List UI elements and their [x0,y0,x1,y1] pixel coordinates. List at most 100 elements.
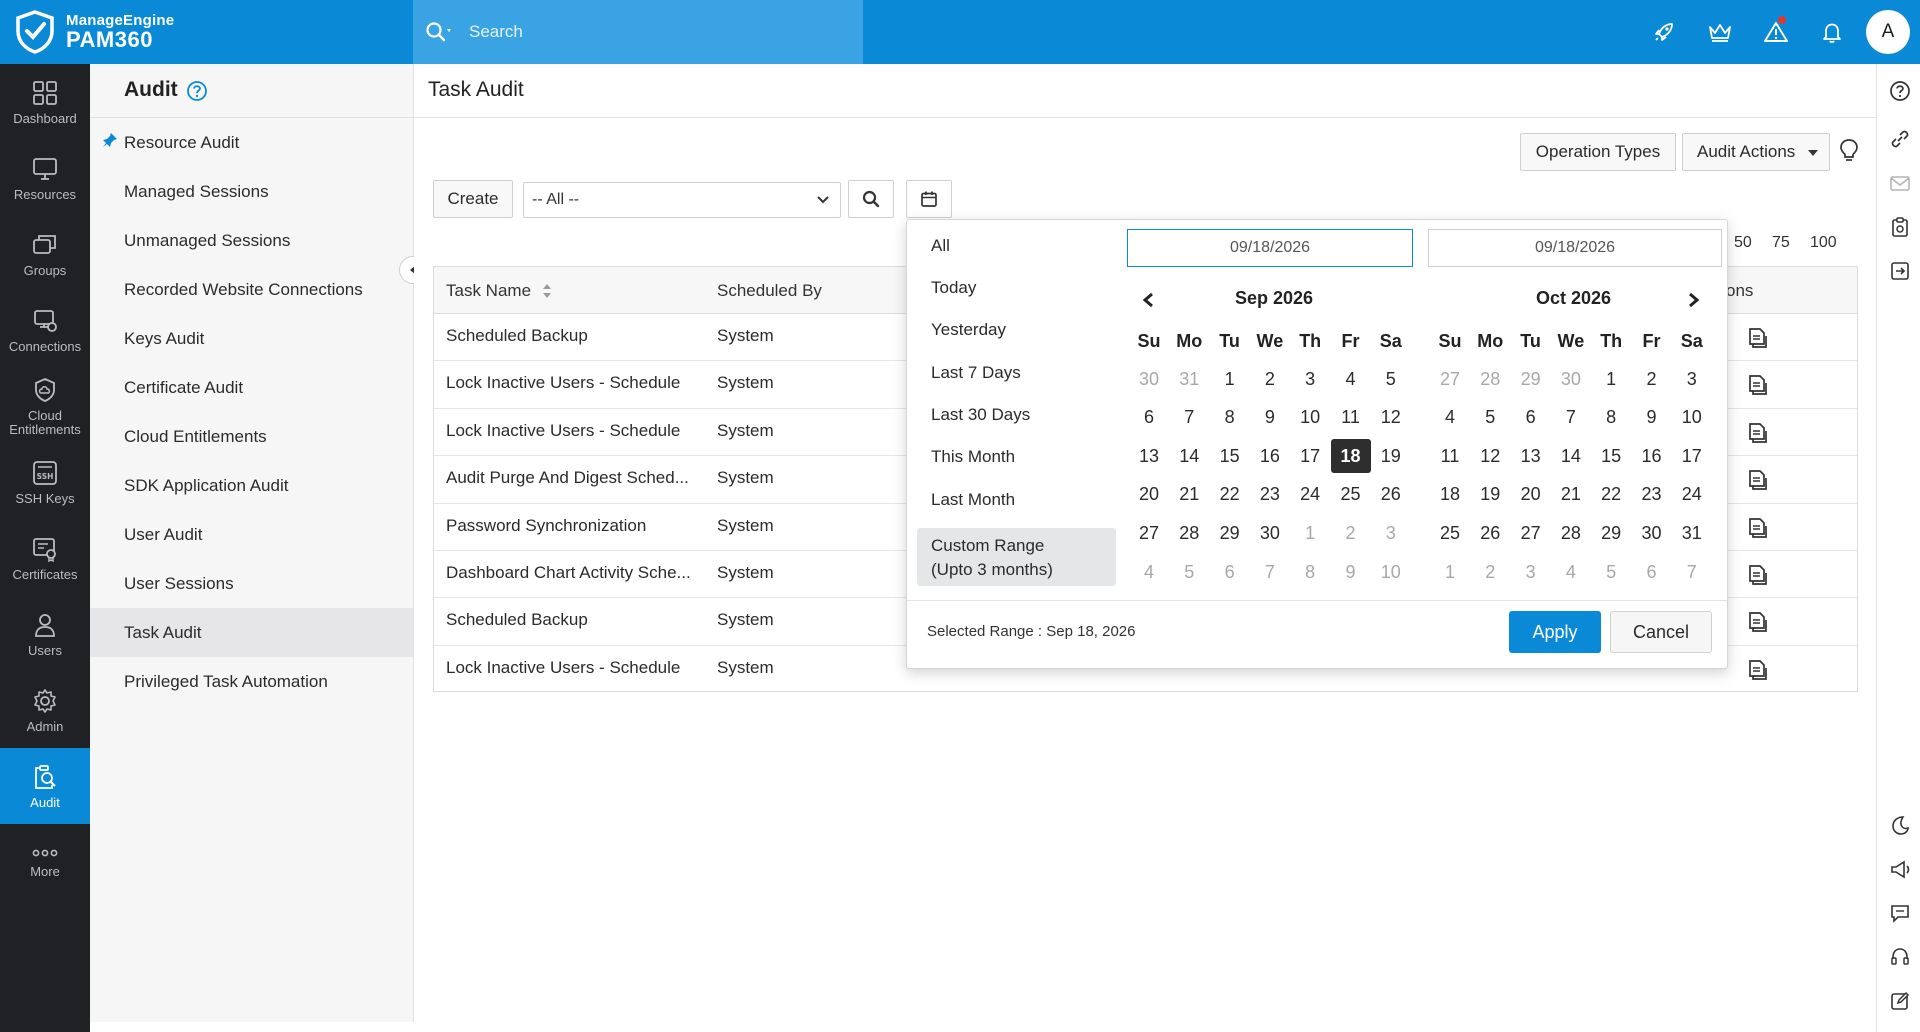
avatar[interactable]: A [1866,10,1910,54]
right-day[interactable]: 30 [1632,516,1672,550]
subnav-item-sdk-application-audit[interactable]: SDK Application Audit [90,461,413,510]
lightbulb-icon[interactable] [1838,138,1860,164]
left-day[interactable]: 19 [1371,439,1411,473]
page-size-75[interactable]: 75 [1772,234,1790,252]
nav-admin[interactable]: Admin [0,672,90,748]
right-day[interactable]: 7 [1551,401,1591,435]
left-day[interactable]: 27 [1129,516,1169,550]
preset-last-month[interactable]: Last Month [931,490,1015,510]
next-month-icon[interactable] [1687,292,1701,308]
left-day[interactable]: 30 [1129,362,1169,396]
feedback-edit-icon[interactable] [1889,990,1911,1012]
left-day[interactable]: 6 [1129,401,1169,435]
previous-month-icon[interactable] [1141,292,1155,308]
right-day[interactable]: 27 [1430,362,1470,396]
nav-audit[interactable]: Audit [0,748,90,824]
subnav-item-cloud-entitlements[interactable]: Cloud Entitlements [90,412,413,461]
left-day[interactable]: 10 [1371,555,1411,589]
left-day[interactable]: 16 [1250,439,1290,473]
preset-today[interactable]: Today [931,278,976,298]
right-day[interactable]: 13 [1511,439,1551,473]
right-day[interactable]: 5 [1470,401,1510,435]
start-date-input[interactable]: 09/18/2026 [1127,229,1413,267]
right-day[interactable]: 2 [1470,555,1510,589]
left-day[interactable]: 3 [1371,516,1411,550]
subnav-item-keys-audit[interactable]: Keys Audit [90,314,413,363]
preset-all[interactable]: All [931,236,950,256]
left-day[interactable]: 31 [1169,362,1209,396]
date-range-button[interactable] [906,180,952,218]
search-bar[interactable]: Search [413,0,863,64]
preset-last-7-days[interactable]: Last 7 Days [931,363,1021,383]
left-day[interactable]: 20 [1129,478,1169,512]
copy-details-icon[interactable] [1745,468,1769,492]
preset-last-30-days[interactable]: Last 30 Days [931,405,1030,425]
left-day[interactable]: 14 [1169,439,1209,473]
export-icon[interactable] [1889,260,1911,282]
right-day[interactable]: 5 [1591,555,1631,589]
copy-details-icon[interactable] [1745,658,1769,682]
headset-icon[interactable] [1889,946,1911,968]
left-day[interactable]: 10 [1290,401,1330,435]
right-day[interactable]: 14 [1551,439,1591,473]
nav-ssh-keys[interactable]: SSH SSH Keys [0,444,90,520]
notifications-button[interactable] [1804,0,1860,64]
rocket-button[interactable] [1636,0,1692,64]
right-day[interactable]: 25 [1430,516,1470,550]
right-day[interactable]: 6 [1511,401,1551,435]
preset-this-month[interactable]: This Month [931,447,1015,467]
right-day[interactable]: 12 [1470,439,1510,473]
right-day[interactable]: 31 [1672,516,1712,550]
copy-details-icon[interactable] [1745,373,1769,397]
nav-cloud-entitlements[interactable]: Cloud Entitlements [0,368,90,444]
right-day[interactable]: 19 [1470,478,1510,512]
left-day[interactable]: 7 [1250,555,1290,589]
left-day[interactable]: 2 [1331,516,1371,550]
left-day[interactable]: 22 [1210,478,1250,512]
subnav-item-certificate-audit[interactable]: Certificate Audit [90,363,413,412]
left-day[interactable]: 15 [1210,439,1250,473]
right-day[interactable]: 22 [1591,478,1631,512]
copy-details-icon[interactable] [1745,516,1769,540]
right-day[interactable]: 30 [1551,362,1591,396]
nav-dashboard[interactable]: Dashboard [0,64,90,140]
left-day[interactable]: 26 [1371,478,1411,512]
left-day[interactable]: 4 [1129,555,1169,589]
apply-button[interactable]: Apply [1509,611,1601,653]
create-button[interactable]: Create [433,180,513,218]
operation-types-button[interactable]: Operation Types [1520,133,1676,171]
left-day[interactable]: 1 [1210,362,1250,396]
copy-details-icon[interactable] [1745,326,1769,350]
left-day[interactable]: 11 [1331,401,1371,435]
right-day[interactable]: 28 [1551,516,1591,550]
subnav-item-managed-sessions[interactable]: Managed Sessions [90,167,413,216]
clipboard-icon[interactable] [1889,216,1911,238]
nav-groups[interactable]: Groups [0,216,90,292]
left-day[interactable]: 2 [1250,362,1290,396]
left-day[interactable]: 9 [1250,401,1290,435]
megaphone-icon[interactable] [1889,858,1911,880]
nav-connections[interactable]: Connections [0,292,90,368]
nav-more[interactable]: More [0,824,90,900]
left-day[interactable]: 28 [1169,516,1209,550]
subnav-item-unmanaged-sessions[interactable]: Unmanaged Sessions [90,216,413,265]
left-day-selected[interactable]: 18 [1330,439,1371,474]
right-day[interactable]: 29 [1511,362,1551,396]
right-day[interactable]: 1 [1430,555,1470,589]
column-task-name[interactable]: Task Name [446,281,531,301]
subnav-item-resource-audit[interactable]: Resource Audit [90,118,413,167]
right-day[interactable]: 2 [1632,362,1672,396]
right-day[interactable]: 4 [1430,401,1470,435]
audit-actions-button[interactable]: Audit Actions [1682,133,1830,171]
copy-details-icon[interactable] [1745,610,1769,634]
right-day[interactable]: 9 [1632,401,1672,435]
right-day[interactable]: 23 [1632,478,1672,512]
left-day[interactable]: 21 [1169,478,1209,512]
left-day[interactable]: 30 [1250,516,1290,550]
help-circle-icon[interactable] [186,80,208,102]
right-day[interactable]: 8 [1591,401,1631,435]
subnav-item-recorded-website-connections[interactable]: Recorded Website Connections [90,265,413,314]
crown-button[interactable] [1692,0,1748,64]
left-day[interactable]: 17 [1290,439,1330,473]
right-day[interactable]: 3 [1511,555,1551,589]
